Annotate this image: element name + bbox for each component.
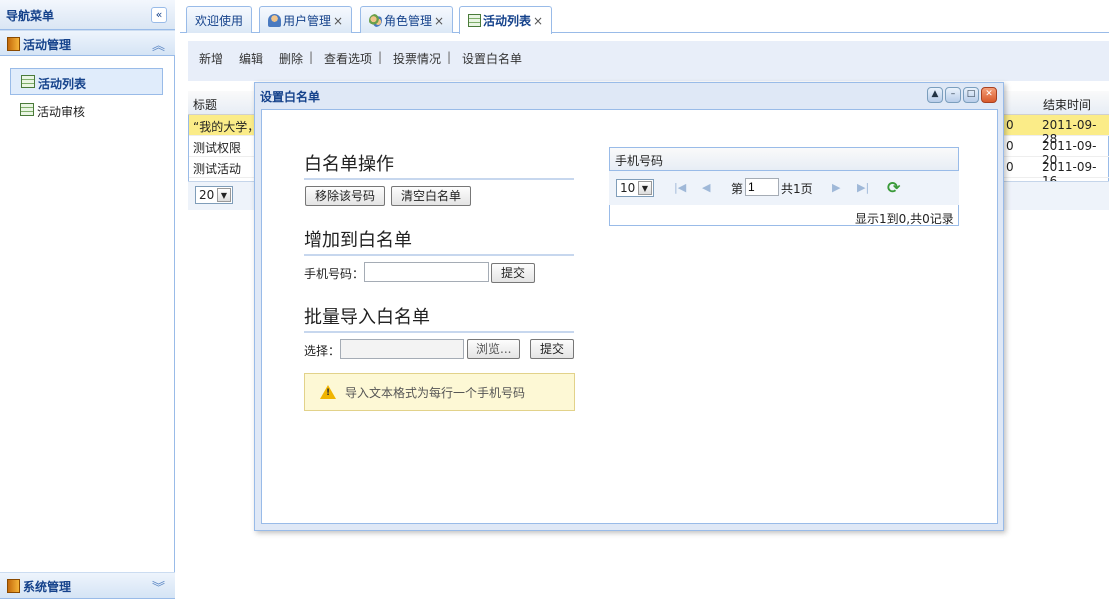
- close-icon[interactable]: ✕: [981, 87, 997, 103]
- section-system-management[interactable]: 系统管理 ︾: [0, 572, 175, 599]
- toolbar-separator: |: [309, 50, 314, 64]
- choose-file-label: 选择：: [304, 344, 341, 358]
- record-summary: 显示1到0,共0记录: [855, 212, 954, 226]
- first-page-icon[interactable]: |◀: [674, 181, 686, 194]
- close-icon[interactable]: ×: [434, 14, 444, 28]
- folder-icon: [7, 37, 20, 51]
- delete-button[interactable]: 删除: [279, 50, 303, 67]
- add-button[interactable]: 新增: [199, 50, 223, 67]
- toolbar-separator: |: [378, 50, 383, 64]
- tab-label: 角色管理: [384, 14, 433, 28]
- close-icon[interactable]: ×: [533, 14, 543, 28]
- toolbar-separator: |: [447, 50, 452, 64]
- whitelist-ops-heading: 白名单操作: [304, 150, 574, 180]
- tab-label: 欢迎使用: [195, 14, 244, 28]
- nav-item-label: 活动列表: [38, 77, 87, 91]
- cell-title: 测试活动: [193, 162, 242, 176]
- nav-item-label: 活动审核: [37, 105, 86, 119]
- close-icon[interactable]: ×: [333, 14, 343, 28]
- tab-user-management[interactable]: 用户管理 ×: [259, 6, 353, 33]
- page-size-value: 20: [199, 188, 215, 202]
- collapse-icon[interactable]: ▲: [927, 87, 943, 103]
- column-header-phone[interactable]: 手机号码: [615, 152, 663, 169]
- phone-grid-header: 手机号码: [609, 147, 959, 171]
- cell-hidden: 0: [1006, 160, 1014, 174]
- add-to-whitelist-heading: 增加到白名单: [304, 226, 574, 256]
- browse-button[interactable]: 浏览...: [467, 339, 521, 359]
- page-size-value: 10: [620, 181, 636, 195]
- chevron-down-icon: ▼: [217, 188, 231, 202]
- cell-hidden: 0: [1006, 139, 1014, 153]
- list-icon: [468, 14, 481, 27]
- tab-activity-list[interactable]: 活动列表 ×: [459, 6, 553, 34]
- collapse-nav-icon[interactable]: «: [151, 7, 167, 23]
- group-icon: [369, 14, 382, 27]
- submit-phone-button[interactable]: 提交: [491, 263, 536, 283]
- remove-number-button[interactable]: 移除该号码: [305, 186, 386, 206]
- page-prefix: 第: [731, 182, 744, 196]
- cell-title: “我的大学，: [193, 120, 260, 134]
- nav-title: 导航菜单: [6, 9, 55, 23]
- list-icon: [20, 103, 34, 116]
- section-label: 系统管理: [23, 580, 72, 594]
- whitelist-button[interactable]: 设置白名单: [462, 50, 522, 67]
- nav-item-activity-review[interactable]: 活动审核: [10, 97, 163, 124]
- section-activity-management[interactable]: 活动管理 ︽: [0, 30, 175, 56]
- batch-import-heading: 批量导入白名单: [304, 303, 574, 333]
- prev-page-icon[interactable]: ◀: [702, 181, 710, 194]
- tab-welcome[interactable]: 欢迎使用: [186, 6, 253, 33]
- last-page-icon[interactable]: ▶|: [857, 181, 869, 194]
- tab-label: 用户管理: [283, 14, 332, 28]
- cell-hidden: 0: [1006, 118, 1014, 132]
- notice-text: 导入文本格式为每行一个手机号码: [345, 386, 526, 400]
- view-options-button[interactable]: 查看选项: [324, 50, 372, 67]
- folder-icon: [7, 579, 20, 593]
- edit-button[interactable]: 编辑: [239, 50, 263, 67]
- vote-status-button[interactable]: 投票情况: [393, 50, 441, 67]
- list-icon: [21, 75, 35, 88]
- tab-label: 活动列表: [483, 14, 532, 28]
- file-path-input[interactable]: [340, 339, 464, 359]
- refresh-icon[interactable]: ⟳: [887, 178, 900, 197]
- nav-header: 导航菜单 «: [0, 0, 175, 30]
- phone-input[interactable]: [364, 262, 489, 282]
- column-header-title[interactable]: 标题: [193, 96, 217, 113]
- chevron-down-icon[interactable]: ︾: [152, 577, 165, 596]
- phone-page-size-select[interactable]: 10 ▼: [616, 179, 654, 197]
- submit-import-button[interactable]: 提交: [530, 339, 575, 359]
- section-label: 活动管理: [23, 38, 72, 52]
- chevron-down-icon: ▼: [638, 181, 652, 195]
- cell-title: 测试权限: [193, 141, 242, 155]
- column-header-end-time[interactable]: 结束时间: [1043, 96, 1091, 113]
- chevron-up-icon[interactable]: ︽: [152, 35, 165, 54]
- warning-icon: !: [320, 385, 336, 399]
- page-total: 共1页: [781, 182, 813, 196]
- tab-role-management[interactable]: 角色管理 ×: [360, 6, 454, 33]
- nav-item-activity-list[interactable]: 活动列表: [10, 68, 163, 95]
- page-number-input[interactable]: [745, 178, 779, 196]
- user-icon: [268, 14, 281, 27]
- maximize-icon[interactable]: □: [963, 87, 979, 103]
- window-title: 设置白名单: [260, 90, 321, 104]
- import-notice: ! 导入文本格式为每行一个手机号码: [304, 373, 575, 411]
- phone-label: 手机号码：: [304, 267, 365, 281]
- minimize-icon[interactable]: –: [945, 87, 961, 103]
- next-page-icon[interactable]: ▶: [832, 181, 840, 194]
- page-size-select[interactable]: 20 ▼: [195, 186, 233, 204]
- clear-whitelist-button[interactable]: 清空白名单: [391, 186, 472, 206]
